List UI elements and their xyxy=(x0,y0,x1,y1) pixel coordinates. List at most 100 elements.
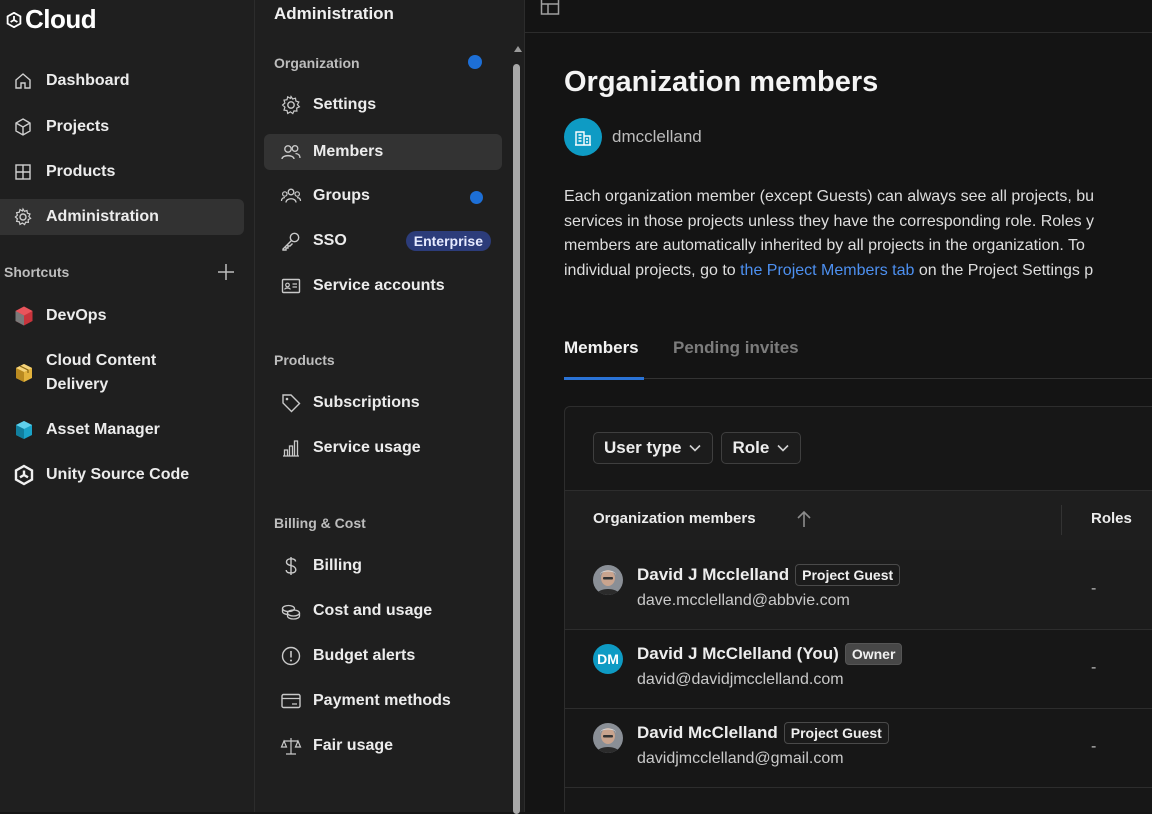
alert-circle-icon xyxy=(281,646,301,666)
column-divider[interactable] xyxy=(1061,505,1062,535)
nav-item-label: Products xyxy=(46,163,116,180)
subnav-item-service-accounts[interactable]: Service accounts xyxy=(264,268,502,304)
subnav-item-label: SSO xyxy=(313,232,347,249)
description-line: members are automatically inherited by a… xyxy=(564,237,1085,254)
subnav-item-label: Fair usage xyxy=(313,737,394,754)
avatar xyxy=(593,723,623,753)
table-header: Organization members Roles xyxy=(565,490,1152,551)
member-type-badge: Project Guest xyxy=(783,722,889,744)
nav-item-administration[interactable]: Administration xyxy=(0,199,244,235)
table-row[interactable]: DM David J McClelland (You) Owner david@… xyxy=(565,629,1152,709)
member-email: davidjmcclelland@gmail.com xyxy=(637,750,844,767)
user-photo xyxy=(593,723,623,753)
avatar xyxy=(593,565,623,595)
filter-bar: User type Role xyxy=(593,432,802,464)
main-content: Organization members dmcclelland Each or… xyxy=(525,0,1152,812)
key-icon xyxy=(282,232,300,251)
shortcut-unity-source-code[interactable]: Unity Source Code xyxy=(0,463,244,487)
column-header-members[interactable]: Organization members xyxy=(593,510,756,527)
subnav-item-label: Billing xyxy=(313,557,362,574)
description-line: services in those projects unless they h… xyxy=(564,212,1095,230)
shortcuts-label: Shortcuts xyxy=(4,264,70,280)
nav-item-projects[interactable]: Projects xyxy=(0,109,244,145)
shortcut-asset-manager[interactable]: Asset Manager xyxy=(0,418,244,442)
section-header-products: Products xyxy=(274,352,335,368)
unity-logo-icon xyxy=(14,464,34,486)
ccd-box-icon xyxy=(16,364,32,382)
admin-sidebar-title: Administration xyxy=(274,4,394,23)
user-photo xyxy=(593,565,623,595)
enterprise-badge: Enterprise xyxy=(405,231,491,251)
member-name-line: David McClelland Project Guest xyxy=(637,722,889,744)
devops-icon xyxy=(15,306,33,326)
member-role: - xyxy=(1091,580,1097,597)
scrollbar[interactable] xyxy=(513,46,522,814)
brand-name: Cloud xyxy=(25,4,97,34)
group-icon xyxy=(280,188,302,203)
member-role: - xyxy=(1091,659,1097,676)
id-card-icon xyxy=(281,278,301,294)
subnav-item-budget-alerts[interactable]: Budget alerts xyxy=(264,638,502,674)
description-line: Each organization member (except Guests)… xyxy=(564,188,1095,205)
shortcuts-header: Shortcuts xyxy=(4,262,236,282)
tab-members[interactable]: Members xyxy=(564,338,639,358)
table-row[interactable]: David J Mcclelland Project Guest dave.mc… xyxy=(565,550,1152,630)
subnav-item-payment-methods[interactable]: Payment methods xyxy=(264,683,502,719)
description-line: individual projects, go to the Project M… xyxy=(564,259,1152,284)
people-icon xyxy=(281,145,301,160)
chevron-down-icon xyxy=(689,444,702,452)
subnav-item-groups[interactable]: Groups xyxy=(264,178,502,214)
credit-card-icon xyxy=(281,693,301,709)
subnav-item-service-usage[interactable]: Service usage xyxy=(264,430,502,466)
project-members-tab-link[interactable]: the Project Members tab xyxy=(740,262,914,279)
nav-item-label: Dashboard xyxy=(46,72,130,89)
user-type-filter[interactable]: User type xyxy=(593,432,714,464)
organization-identity: dmcclelland xyxy=(564,118,702,156)
table-row[interactable]: David McClelland Project Guest davidjmcc… xyxy=(565,708,1152,788)
member-name: David J Mcclelland xyxy=(637,565,790,584)
primary-sidebar: Cloud Dashboard Projects Products Admini… xyxy=(0,0,255,812)
coins-icon xyxy=(281,604,301,620)
sort-ascending-icon[interactable] xyxy=(795,509,813,529)
subnav-item-label: Members xyxy=(313,143,384,160)
description-text: on the Project Settings p xyxy=(914,261,1094,279)
gear-icon xyxy=(14,207,32,226)
add-shortcut-icon[interactable] xyxy=(216,262,236,282)
shortcut-devops[interactable]: DevOps xyxy=(0,304,244,328)
subnav-item-subscriptions[interactable]: Subscriptions xyxy=(264,385,502,421)
section-header-organization: Organization xyxy=(274,55,360,71)
scale-icon xyxy=(280,738,302,755)
page-description: Each organization member (except Guests)… xyxy=(564,185,1152,283)
scroll-up-arrow-icon[interactable] xyxy=(514,46,522,52)
member-name-line: David J Mcclelland Project Guest xyxy=(637,564,901,586)
scrollbar-thumb[interactable] xyxy=(513,64,520,814)
subnav-item-cost-and-usage[interactable]: Cost and usage xyxy=(264,593,502,629)
dollar-icon xyxy=(285,557,297,575)
filter-label: User type xyxy=(604,438,682,457)
subnav-item-sso[interactable]: SSO Enterprise xyxy=(264,223,502,259)
notification-dot xyxy=(470,191,483,204)
shortcut-cloud-content-delivery[interactable]: Cloud Content Delivery xyxy=(0,349,244,397)
subnav-item-settings[interactable]: Settings xyxy=(264,87,502,123)
building-icon xyxy=(575,131,591,146)
avatar: DM xyxy=(593,644,623,674)
nav-item-products[interactable]: Products xyxy=(0,154,244,190)
panel-toggle-icon[interactable] xyxy=(540,0,560,16)
gear-icon xyxy=(281,95,301,115)
column-header-roles[interactable]: Roles xyxy=(1091,510,1132,527)
nav-item-label: Administration xyxy=(46,208,159,225)
member-type-badge: Owner xyxy=(844,643,903,665)
active-tab-indicator xyxy=(564,377,644,380)
subnav-item-members[interactable]: Members xyxy=(264,134,502,170)
nav-item-dashboard[interactable]: Dashboard xyxy=(0,63,244,99)
cube-icon xyxy=(15,118,31,136)
subnav-item-fair-usage[interactable]: Fair usage xyxy=(264,728,502,764)
member-name: David McClelland xyxy=(637,723,778,742)
member-type-badge: Project Guest xyxy=(795,564,901,586)
subnav-item-billing[interactable]: Billing xyxy=(264,548,502,584)
brand[interactable]: Cloud xyxy=(6,4,97,35)
tab-pending-invites[interactable]: Pending invites xyxy=(673,338,799,358)
bar-chart-icon xyxy=(283,440,299,457)
role-filter[interactable]: Role xyxy=(721,432,802,464)
subnav-item-label: Budget alerts xyxy=(313,647,416,664)
